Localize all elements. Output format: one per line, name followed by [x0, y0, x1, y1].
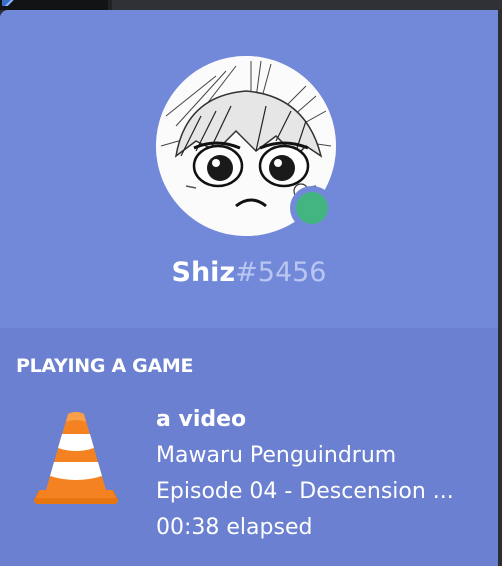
- game-state: Episode 04 - Descension ...: [156, 479, 454, 504]
- pencil-icon: [2, 0, 16, 6]
- activity-section: PLAYING A GAME a video Mawaru Penguindru…: [0, 328, 498, 566]
- discriminator: #5456: [235, 257, 327, 288]
- background-panel: [112, 0, 502, 10]
- vlc-cone-icon: [34, 410, 118, 506]
- game-info: a video Mawaru Penguindrum Episode 04 - …: [156, 402, 490, 546]
- elapsed-time: 00:38 elapsed: [156, 515, 313, 540]
- game-details: Mawaru Penguindrum: [156, 443, 397, 468]
- window-top-strip: [0, 0, 502, 10]
- username-row: Shiz#5456: [0, 256, 498, 290]
- game-name: a video: [156, 407, 247, 432]
- avatar-container[interactable]: [156, 56, 336, 236]
- background-tab: [0, 0, 108, 10]
- activity-heading: PLAYING A GAME: [16, 355, 194, 377]
- status-indicator: [290, 186, 334, 230]
- user-profile-popout: Shiz#5456 PLAYING A GAME a video Mawaru …: [0, 10, 498, 566]
- right-edge: [498, 10, 502, 566]
- profile-header: Shiz#5456: [0, 10, 498, 328]
- username[interactable]: Shiz: [172, 257, 236, 288]
- online-status-icon: [296, 192, 328, 224]
